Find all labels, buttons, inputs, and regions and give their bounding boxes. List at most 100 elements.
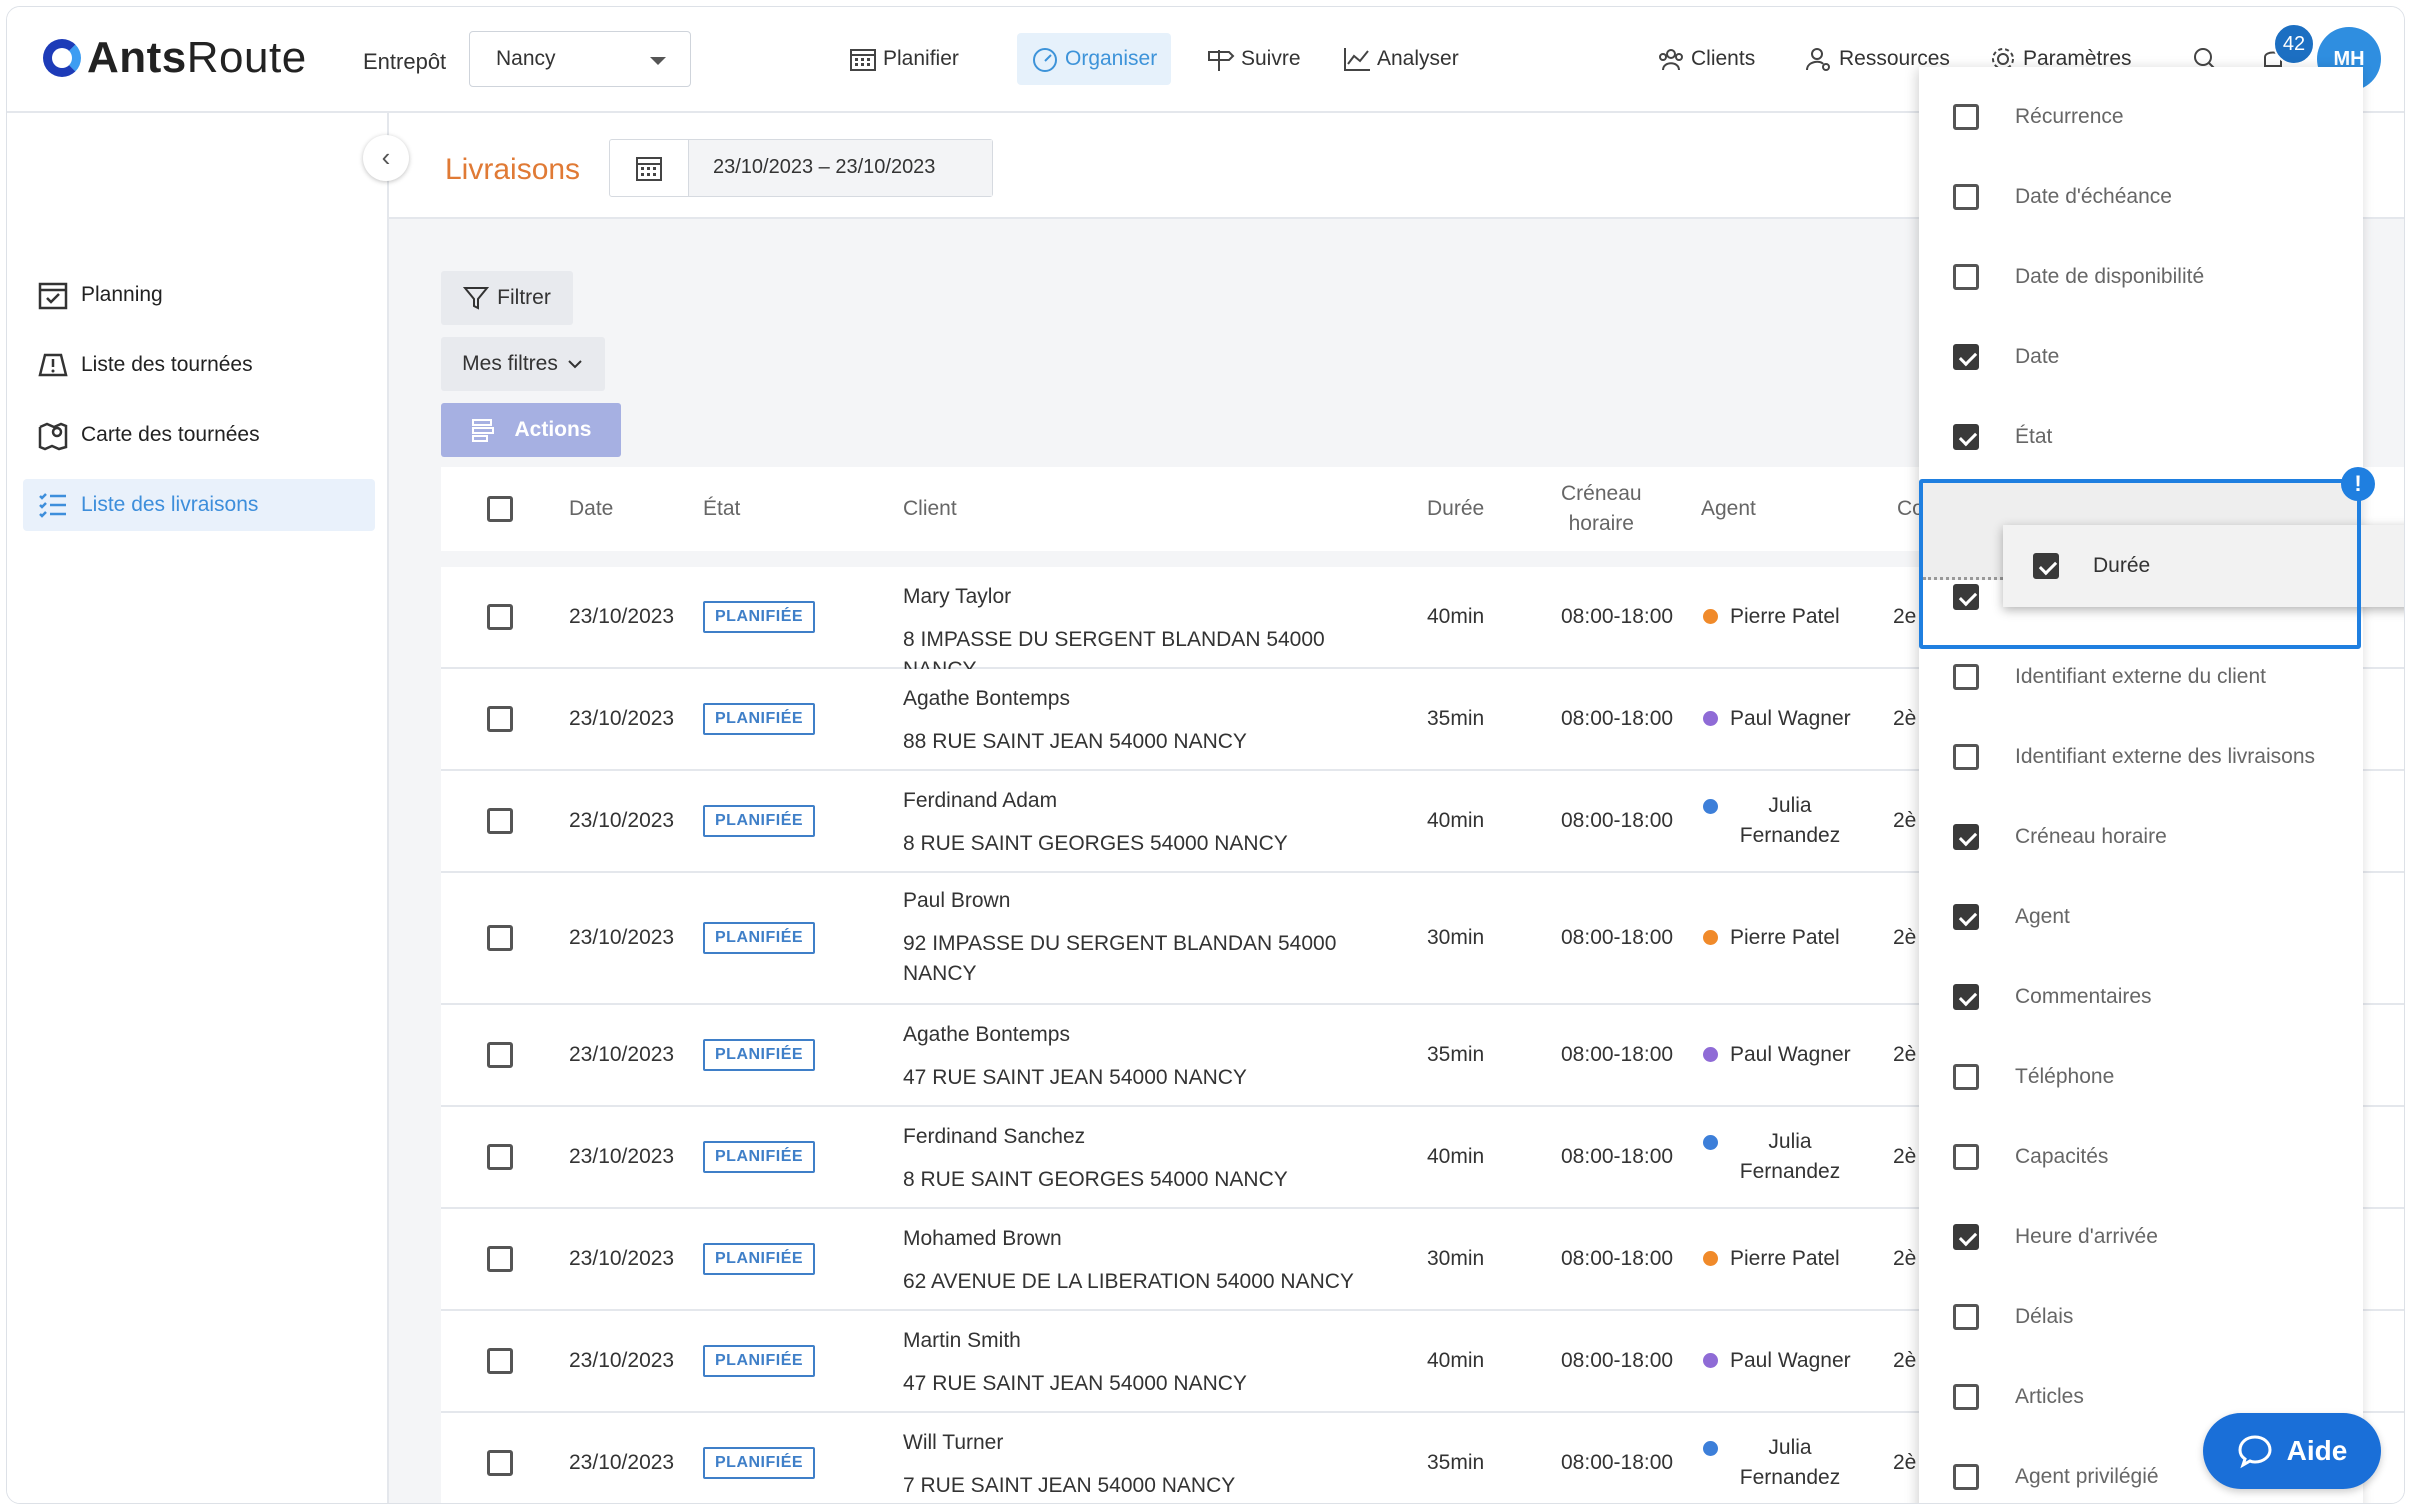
- row-select[interactable]: [487, 567, 513, 667]
- column-option[interactable]: Date d'échéance: [1919, 157, 2363, 237]
- cell-comments: 2è: [1893, 926, 1917, 949]
- header-time-slot-line2: horaire: [1568, 512, 1634, 535]
- row-select[interactable]: [487, 1209, 513, 1309]
- header-state[interactable]: État: [703, 467, 740, 551]
- filter-button[interactable]: Filtrer: [441, 271, 573, 325]
- header-client[interactable]: Client: [903, 467, 957, 551]
- checkbox[interactable]: [1953, 984, 1979, 1010]
- sidebar-item-carte-tournees[interactable]: Carte des tournées: [23, 409, 375, 461]
- checkbox[interactable]: [487, 925, 513, 951]
- nav-suivre-label: Suivre: [1241, 47, 1301, 70]
- row-select[interactable]: [487, 1005, 513, 1105]
- warehouse-value: Nancy: [496, 47, 556, 70]
- nav-suivre[interactable]: Suivre: [1207, 33, 1301, 85]
- checkbox[interactable]: [1953, 744, 1979, 770]
- notification-badge: 42: [2273, 23, 2315, 65]
- row-select[interactable]: [487, 873, 513, 1003]
- checkbox[interactable]: [1953, 1384, 1979, 1410]
- checkbox[interactable]: [1953, 104, 1979, 130]
- collapse-sidebar-button[interactable]: ‹: [363, 135, 409, 181]
- checkbox[interactable]: [487, 604, 513, 630]
- checkbox[interactable]: [1953, 1224, 1979, 1250]
- date-range-picker[interactable]: 23/10/2023 – 23/10/2023: [609, 139, 993, 197]
- column-option[interactable]: Agent: [1919, 877, 2363, 957]
- header-date[interactable]: Date: [569, 467, 613, 551]
- column-option-label: Identifiant externe des livraisons: [2015, 745, 2315, 768]
- date-range-value[interactable]: 23/10/2023 – 23/10/2023: [689, 140, 992, 196]
- column-option-label: Date d'échéance: [2015, 185, 2172, 208]
- column-option[interactable]: Date: [1919, 317, 2363, 397]
- sidebar-item-label: Liste des livraisons: [81, 493, 259, 516]
- row-select[interactable]: [487, 1107, 513, 1207]
- column-option[interactable]: Capacités: [1919, 1117, 2363, 1197]
- checkbox[interactable]: [1953, 1144, 1979, 1170]
- agent-color-dot: [1703, 1441, 1718, 1456]
- agent-name: Paul Wagner: [1730, 1349, 1851, 1372]
- checkbox[interactable]: [1953, 264, 1979, 290]
- nav-planifier[interactable]: Planifier: [849, 33, 959, 85]
- cell-client-name: Mary Taylor: [903, 585, 1012, 608]
- column-option[interactable]: État: [1919, 397, 2363, 477]
- my-filters-button[interactable]: Mes filtres: [441, 337, 605, 391]
- nav-clients[interactable]: Clients: [1657, 33, 1755, 85]
- cell-client-name: Martin Smith: [903, 1329, 1021, 1352]
- cell-agent: Paul Wagner: [1703, 1311, 1851, 1411]
- calendar-button[interactable]: [610, 140, 689, 196]
- status-badge: PLANIFIÉE: [703, 703, 816, 735]
- help-button[interactable]: Aide: [2203, 1413, 2381, 1489]
- checkbox[interactable]: [487, 496, 513, 522]
- header-duration[interactable]: Durée: [1427, 467, 1484, 551]
- checkbox[interactable]: [487, 1450, 513, 1476]
- cell-comments: 2è: [1893, 1043, 1917, 1066]
- checkbox[interactable]: [1953, 1464, 1979, 1490]
- column-option[interactable]: Heure d'arrivée: [1919, 1197, 2363, 1277]
- cell-client-name: Paul Brown: [903, 889, 1011, 912]
- checkbox[interactable]: [1953, 1304, 1979, 1330]
- column-option[interactable]: Téléphone: [1919, 1037, 2363, 1117]
- column-option[interactable]: Date de disponibilité: [1919, 237, 2363, 317]
- header-agent[interactable]: Agent: [1701, 467, 1756, 551]
- actions-button[interactable]: Actions: [441, 403, 621, 457]
- header-time-slot[interactable]: Créneau horaire: [1561, 467, 1642, 551]
- select-all-checkbox[interactable]: [487, 467, 513, 551]
- column-option[interactable]: Commentaires: [1919, 957, 2363, 1037]
- group-icon: [1659, 49, 1683, 71]
- checkbox[interactable]: [1953, 344, 1979, 370]
- checkbox[interactable]: [1953, 824, 1979, 850]
- warehouse-select[interactable]: Nancy: [469, 31, 691, 87]
- checkbox[interactable]: [1953, 184, 1979, 210]
- cell-time-slot: 08:00-18:00: [1561, 809, 1674, 832]
- checkbox[interactable]: [1953, 1064, 1979, 1090]
- antsroute-logo[interactable]: AntsRoute: [43, 33, 307, 83]
- row-select[interactable]: [487, 1413, 513, 1503]
- sidebar-item-planning[interactable]: Planning: [23, 269, 375, 321]
- column-option[interactable]: Délais: [1919, 1277, 2363, 1357]
- row-select[interactable]: [487, 1311, 513, 1411]
- sidebar-item-liste-livraisons[interactable]: Liste des livraisons: [23, 479, 375, 531]
- checkbox[interactable]: [487, 1348, 513, 1374]
- column-option[interactable]: Identifiant externe du client: [1919, 637, 2363, 717]
- cell-agent: Pierre Patel: [1703, 1209, 1840, 1309]
- checkbox[interactable]: [487, 1246, 513, 1272]
- checkbox[interactable]: [1953, 664, 1979, 690]
- checkbox[interactable]: [487, 1042, 513, 1068]
- checkbox[interactable]: [1953, 424, 1979, 450]
- app-window: AntsRoute Entrepôt Nancy Planifier Organ…: [6, 6, 2405, 1504]
- cell-date: 23/10/2023: [569, 1247, 675, 1270]
- column-option[interactable]: Créneau horaire: [1919, 797, 2363, 877]
- column-option-label: Téléphone: [2015, 1065, 2115, 1088]
- nav-organiser[interactable]: Organiser: [1017, 33, 1172, 85]
- row-select[interactable]: [487, 669, 513, 769]
- cell-comments: 2è: [1893, 809, 1917, 832]
- nav-analyser[interactable]: Analyser: [1343, 33, 1459, 85]
- row-select[interactable]: [487, 771, 513, 871]
- column-option[interactable]: Récurrence: [1919, 77, 2363, 157]
- agent-name: Paul Wagner: [1730, 1043, 1851, 1066]
- checkbox[interactable]: [487, 706, 513, 732]
- sidebar-item-liste-tournees[interactable]: Liste des tournées: [23, 339, 375, 391]
- checkbox[interactable]: [487, 1144, 513, 1170]
- agent-name: Julia Fernandez: [1739, 1130, 1841, 1183]
- column-option[interactable]: Identifiant externe des livraisons: [1919, 717, 2363, 797]
- checkbox[interactable]: [487, 808, 513, 834]
- checkbox[interactable]: [1953, 904, 1979, 930]
